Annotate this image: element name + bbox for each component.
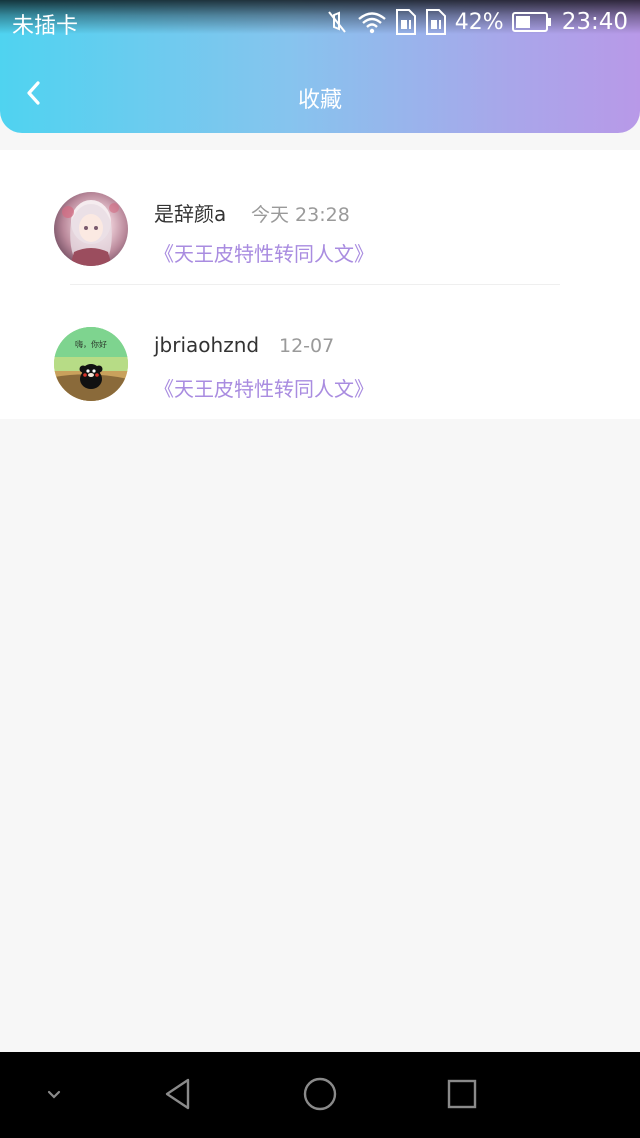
favorites-list: 是辞颜a 今天 23:28 《天王皮特性转同人文》 嗨，你好 jbriaohzn… <box>0 150 640 419</box>
android-nav-bar <box>0 1052 640 1138</box>
back-triangle-icon <box>162 1077 194 1115</box>
battery-percent: 42% <box>454 9 504 35</box>
nav-back-button[interactable] <box>156 1074 200 1118</box>
avatar[interactable] <box>54 192 128 266</box>
timestamp: 今天 23:28 <box>251 204 350 226</box>
title-bar: 收藏 <box>0 58 640 132</box>
list-item[interactable]: 嗨，你好 jbriaohznd 12-07 《天王皮特性转同人文》 <box>0 285 640 419</box>
list-item[interactable]: 是辞颜a 今天 23:28 《天王皮特性转同人文》 <box>0 150 640 285</box>
status-bar: 未插卡 42% 23:40 <box>0 0 640 44</box>
sim2-icon <box>425 8 447 36</box>
user-name: 是辞颜a <box>154 202 227 226</box>
sim1-icon <box>395 8 417 36</box>
wifi-icon <box>357 10 387 34</box>
carrier-label: 未插卡 <box>12 14 79 39</box>
nav-home-button[interactable] <box>298 1074 342 1118</box>
collapse-button[interactable] <box>32 1074 76 1118</box>
svg-text:嗨，你好: 嗨，你好 <box>75 339 107 349</box>
nav-recent-button[interactable] <box>440 1074 484 1118</box>
favorites-screen: 未插卡 42% 23:40 收藏 是辞颜a 今天 23:28 《天王皮特性转同人… <box>0 0 640 1138</box>
battery-icon <box>511 11 552 33</box>
avatar[interactable]: 嗨，你好 <box>54 327 128 401</box>
timestamp: 12-07 <box>279 335 335 357</box>
chevron-down-icon <box>44 1087 64 1106</box>
clock: 23:40 <box>561 9 628 35</box>
mute-icon <box>325 10 349 34</box>
book-title-link[interactable]: 《天王皮特性转同人文》 <box>154 373 374 402</box>
book-title-link[interactable]: 《天王皮特性转同人文》 <box>154 238 374 267</box>
page-title: 收藏 <box>297 88 342 113</box>
header: 未插卡 42% 23:40 收藏 <box>0 0 640 133</box>
user-name: jbriaohznd <box>154 333 260 357</box>
kumamon-avatar-icon: 嗨，你好 <box>54 327 128 401</box>
home-circle-icon <box>302 1076 338 1116</box>
anime-girl-avatar-icon <box>62 200 119 266</box>
recent-square-icon <box>446 1078 478 1114</box>
status-icons: 42% 23:40 <box>325 6 628 38</box>
